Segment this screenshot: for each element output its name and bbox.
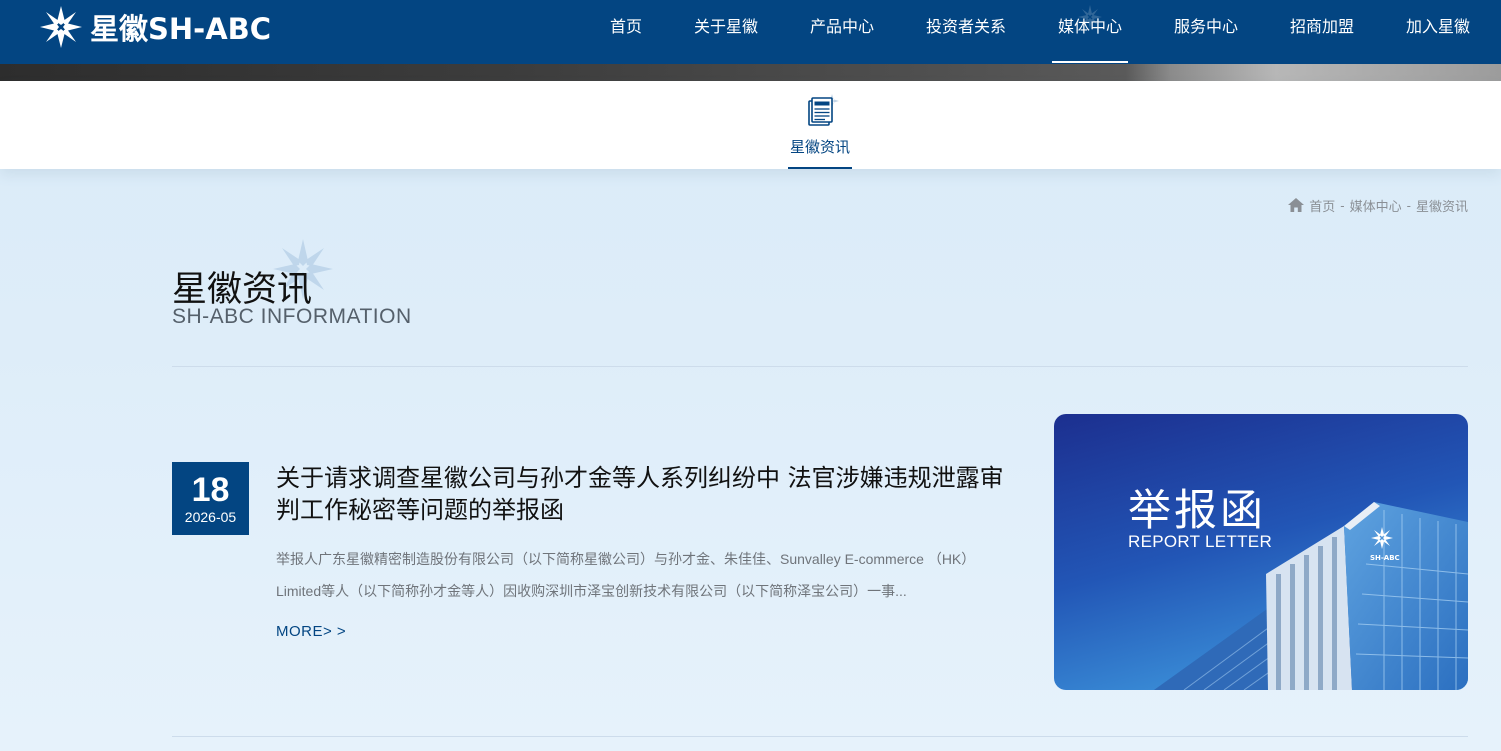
breadcrumb-home[interactable]: 首页 [1309,196,1335,215]
active-tab-underline [788,167,852,169]
thumbnail-subtitle: REPORT LETTER [1128,532,1273,551]
breadcrumb: 首页 - 媒体中心 - 星徽资讯 [1288,196,1468,214]
date-day: 18 [191,471,230,509]
breadcrumb-media-center[interactable]: 媒体中心 [1350,196,1402,215]
hero-banner-strip [0,64,1501,81]
date-year-month: 2026-05 [184,509,237,525]
tab-news-label: 星徽资讯 [789,139,850,156]
nav-item-service-center[interactable]: 服务中心 [1168,0,1244,64]
nav-item-label: 媒体中心 [1057,19,1122,36]
divider [172,736,1468,737]
nav-item-about[interactable]: 关于星徽 [688,0,764,64]
top-navigation: 星徽SH-ABC 首页 关于星徽 产品中心 投资者关系 媒体中心 服务中心 招商… [0,0,1501,64]
news-title-link[interactable]: 关于请求调查星徽公司与孙才金等人系列纠纷中 法官涉嫌违规泄露审判工作秘密等问题的… [276,462,1006,526]
nav-item-careers[interactable]: 加入星徽 [1400,0,1476,64]
nav-item-home[interactable]: 首页 [604,0,648,64]
newspaper-icon [808,94,839,126]
home-icon[interactable] [1288,198,1305,212]
brand-name: 星徽SH-ABC [90,12,272,46]
date-badge: 18 2026-05 [172,462,249,535]
nav-item-investor-relations[interactable]: 投资者关系 [920,0,1012,64]
breadcrumb-separator: - [1406,197,1411,213]
breadcrumb-separator: - [1340,197,1345,213]
news-excerpt: 举报人广东星徽精密制造股份有限公司（以下简称星徽公司）与孙才金、朱佳佳、Sunv… [276,551,976,599]
sub-navigation: 星徽资讯 [0,81,1501,169]
nav-item-products[interactable]: 产品中心 [804,0,880,64]
brand-logo[interactable]: 星徽SH-ABC [38,5,271,49]
star-logo-icon [40,6,82,48]
nav-item-franchise[interactable]: 招商加盟 [1284,0,1360,64]
more-link[interactable]: MORE> > [276,623,346,640]
report-letter-building-image: SH-ABC [1054,414,1468,690]
page-subtitle: SH-ABC INFORMATION [172,305,412,328]
breadcrumb-current[interactable]: 星徽资讯 [1416,196,1468,215]
nav-item-media-center[interactable]: 媒体中心 [1052,0,1128,64]
thumbnail-title: 举报函 [1128,486,1266,536]
svg-text:SH-ABC: SH-ABC [1370,554,1400,562]
tab-news[interactable]: 星徽资讯 [788,81,852,169]
divider [172,366,1468,367]
news-thumbnail[interactable]: SH-ABC 举报函 REPORT LETTER [1054,414,1468,690]
